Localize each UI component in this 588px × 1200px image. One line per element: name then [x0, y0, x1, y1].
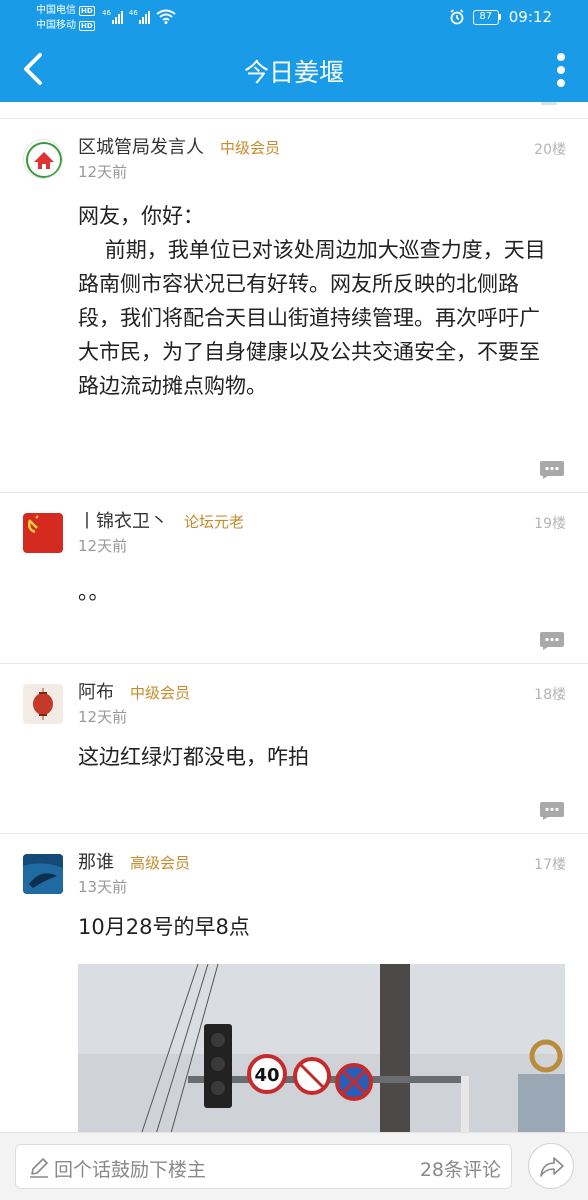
floor-number: 17楼	[534, 857, 566, 873]
post-image[interactable]: 40	[78, 964, 565, 1144]
post-content: 。。	[78, 580, 110, 604]
nav-bar: 今日姜堰	[0, 36, 588, 102]
signal-indicators: 46 46	[102, 9, 176, 24]
member-level: 高级会员	[130, 854, 191, 872]
alarm-icon	[450, 9, 464, 25]
member-level: 中级会员	[130, 684, 191, 702]
post-time: 13天前	[78, 878, 128, 896]
hd-badge: HD	[79, 20, 95, 31]
comment-input[interactable]: 回个话鼓励下楼主 28条评论	[15, 1144, 512, 1189]
share-button[interactable]	[528, 1143, 574, 1189]
author-name[interactable]: 丨锦衣卫丶	[78, 507, 168, 533]
comment-icon[interactable]	[539, 631, 565, 651]
member-level: 论坛元老	[184, 513, 245, 531]
post-time: 12天前	[78, 163, 128, 181]
floor-number: 19楼	[534, 516, 566, 532]
signal-icon: 46	[129, 10, 150, 24]
post-item: 那谁 高级会员 13天前 17楼 10月28号的早8点 40	[0, 833, 588, 1144]
page-title: 今日姜堰	[243, 58, 344, 87]
hd-badge: HD	[79, 5, 95, 16]
pencil-icon	[30, 1158, 48, 1178]
member-level: 中级会员	[220, 139, 281, 157]
post-item: 阿布 中级会员 12天前 18楼 这边红绿灯都没电，咋拍	[0, 663, 588, 833]
logo-icon	[26, 142, 62, 178]
post-item: 区城管局发言人 中级会员 12天前 20楼 网友，你好： 前期，我单位已对该处周…	[0, 118, 588, 492]
comment-icon[interactable]	[539, 460, 565, 480]
network-type-label: 46	[128, 9, 138, 17]
whale-photo	[23, 854, 63, 894]
avatar[interactable]	[23, 139, 63, 179]
post-content: 10月28号的早8点	[78, 915, 250, 939]
avatar[interactable]	[23, 684, 63, 724]
author-name[interactable]: 区城管局发言人	[78, 133, 204, 159]
author-name[interactable]: 阿布	[78, 678, 114, 704]
signal-icon: 46	[102, 10, 123, 24]
more-vertical-icon[interactable]	[556, 52, 566, 88]
traffic-light-photo: 40	[78, 964, 565, 1144]
comment-count[interactable]: 28条评论	[420, 1155, 501, 1182]
carrier-1: 中国电信	[36, 5, 76, 16]
wifi-icon	[156, 9, 176, 24]
post-time: 12天前	[78, 537, 128, 555]
comment-icon[interactable]	[539, 801, 565, 821]
comment-placeholder: 回个话鼓励下楼主	[54, 1159, 207, 1181]
carrier-2: 中国移动	[36, 20, 76, 31]
post-time: 12天前	[78, 708, 128, 726]
post-content: 网友，你好： 前期，我单位已对该处周边加大巡查力度，天目路南侧市容状况已有好转。…	[78, 204, 546, 398]
post-item: 丨锦衣卫丶 论坛元老 12天前 19楼 。。	[0, 492, 588, 663]
lantern-icon	[33, 688, 53, 720]
carrier-info: 中国电信 HD 中国移动 HD	[36, 3, 95, 33]
post-content: 这边红绿灯都没电，咋拍	[78, 745, 309, 769]
clock: 09:12	[508, 8, 552, 26]
battery-icon: 87	[472, 9, 501, 25]
share-icon	[540, 1157, 564, 1177]
battery-level: 87	[472, 9, 499, 25]
avatar[interactable]	[23, 854, 63, 894]
floor-number: 18楼	[534, 687, 566, 703]
avatar[interactable]	[23, 513, 63, 553]
author-name[interactable]: 那谁	[78, 848, 114, 874]
floor-number: 20楼	[534, 142, 566, 158]
bottom-bar: 回个话鼓励下楼主 28条评论	[0, 1132, 588, 1200]
scroll-indicator	[541, 102, 557, 105]
status-bar: 中国电信 HD 中国移动 HD 46 46 87 09:12	[0, 0, 588, 36]
svg-text:40: 40	[254, 1065, 279, 1086]
hammer-sickle-icon	[27, 515, 39, 534]
network-type-label: 46	[102, 9, 111, 17]
